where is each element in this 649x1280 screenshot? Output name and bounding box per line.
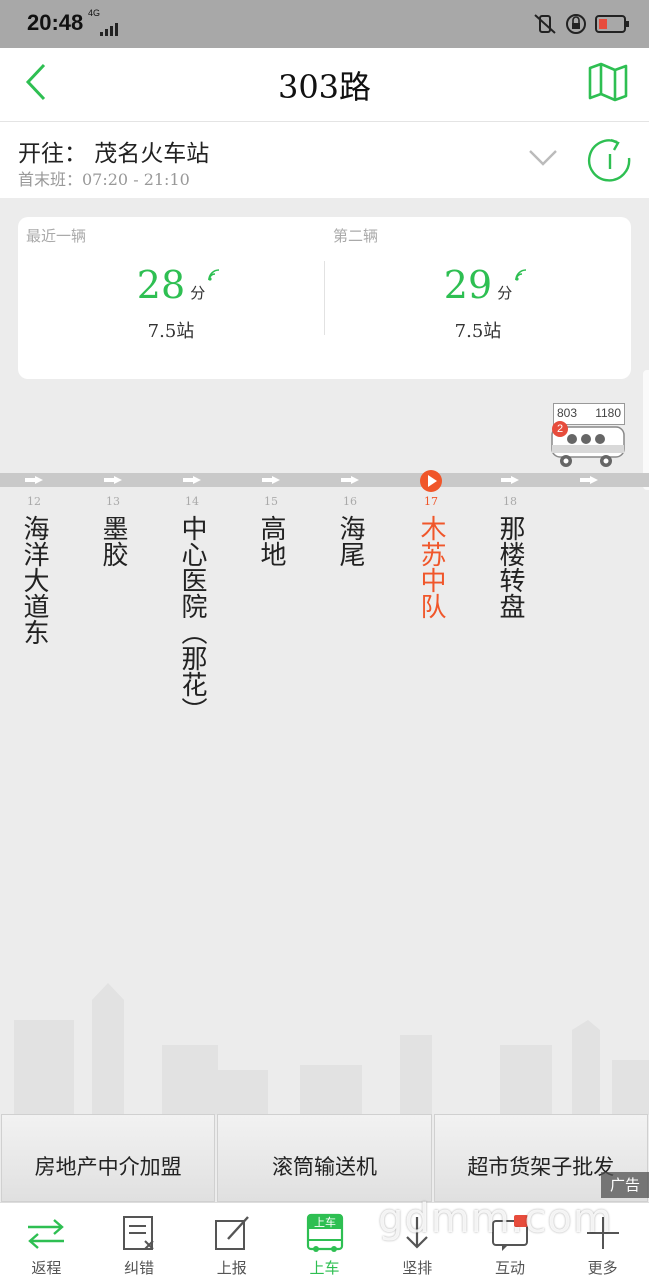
tab-board[interactable]: 上车 上车 bbox=[278, 1203, 371, 1280]
network-type: 4G bbox=[88, 8, 101, 18]
tab-label: 坚排 bbox=[402, 1259, 433, 1277]
play-icon bbox=[428, 475, 437, 487]
status-bar: 20:48 4G bbox=[0, 0, 649, 48]
board-icon-text: 上车 bbox=[314, 1215, 336, 1229]
refresh-icon[interactable] bbox=[587, 138, 633, 184]
arrival-stops: 7.5站 bbox=[454, 321, 502, 342]
station-index: 13 bbox=[106, 495, 120, 508]
station-index: 15 bbox=[264, 495, 278, 508]
station-index: 14 bbox=[185, 495, 199, 508]
battery-icon bbox=[595, 15, 629, 33]
station-name: 木苏中队 bbox=[416, 515, 446, 619]
tab-label: 纠错 bbox=[124, 1259, 155, 1277]
station-item[interactable]: 12 海洋大道东 bbox=[14, 495, 54, 645]
ad-tag: 广告 bbox=[601, 1172, 649, 1198]
station-item-current[interactable]: 17 木苏中队 bbox=[411, 495, 451, 619]
status-time: 20:48 bbox=[27, 10, 84, 35]
status-icons bbox=[533, 13, 629, 35]
direction-bar: 开往： 茂名火车站 首末班：07:20 - 21:10 bbox=[0, 122, 649, 198]
station-index: 18 bbox=[503, 495, 517, 508]
station-item[interactable]: 16 海尾 bbox=[330, 495, 370, 567]
direction-arrow-icon bbox=[341, 476, 359, 484]
minutes-value: 29 bbox=[443, 263, 493, 307]
station-item[interactable]: 15 高地 bbox=[251, 495, 291, 567]
vibrate-mute-icon bbox=[534, 14, 556, 34]
signal-icon bbox=[100, 23, 118, 36]
station-name: 墨胶 bbox=[98, 515, 128, 567]
station-name: 海尾 bbox=[335, 515, 365, 567]
station-index: 17 bbox=[424, 495, 438, 508]
app-header: 303路 bbox=[0, 48, 649, 122]
station-name: 那楼转盘 bbox=[495, 515, 525, 619]
bus-count-badge: 2 bbox=[552, 421, 568, 437]
station-item[interactable]: 14 中心医院（那花） bbox=[172, 495, 212, 723]
arrival-second[interactable]: 第二辆 29 分 7.5站 bbox=[325, 217, 631, 379]
route-line bbox=[0, 473, 649, 487]
direction-arrow-icon bbox=[580, 476, 598, 484]
ad-banner-row: 房地产中介加盟 滚筒输送机 超市货架子批发 bbox=[0, 1114, 649, 1202]
tab-report[interactable]: 上报 bbox=[185, 1203, 278, 1280]
arrival-first[interactable]: 最近一辆 28 分 7.5站 bbox=[18, 217, 324, 379]
direction-arrow-icon bbox=[501, 476, 519, 484]
tab-label: 上车 bbox=[309, 1259, 340, 1277]
arrival-label: 最近一辆 bbox=[26, 227, 87, 245]
service-hours: 首末班：07:20 - 21:10 bbox=[18, 170, 190, 189]
station-name: 海洋大道东 bbox=[19, 515, 49, 645]
chevron-down-icon[interactable] bbox=[528, 148, 558, 168]
current-station-marker bbox=[420, 470, 442, 492]
page-title: 303路 bbox=[277, 68, 372, 106]
swap-arrows-icon bbox=[28, 1219, 65, 1249]
arrival-stops: 7.5站 bbox=[147, 321, 195, 342]
destination-label: 开往： 茂名火车站 bbox=[18, 141, 210, 167]
direction-arrow-icon bbox=[25, 476, 43, 484]
ad-item[interactable]: 滚筒输送机 bbox=[217, 1114, 432, 1202]
tab-label: 上报 bbox=[216, 1259, 247, 1277]
arrival-minutes: 29 分 bbox=[325, 263, 631, 307]
arrival-minutes: 28 分 bbox=[18, 263, 324, 307]
lock-rotation-icon bbox=[566, 14, 586, 34]
edit-list-icon bbox=[123, 1216, 154, 1250]
station-index: 12 bbox=[27, 495, 41, 508]
arrival-label: 第二辆 bbox=[333, 227, 379, 245]
ad-item[interactable]: 房地产中介加盟 bbox=[1, 1114, 216, 1202]
site-watermark: gdmm.com bbox=[378, 1196, 613, 1242]
minutes-unit: 分 bbox=[497, 284, 513, 302]
city-skyline-illustration bbox=[14, 983, 649, 1115]
tab-label: 互动 bbox=[494, 1259, 525, 1277]
tab-label: 返程 bbox=[31, 1259, 62, 1277]
bus-plate-left: 803 bbox=[557, 406, 578, 420]
side-drawer-handle[interactable] bbox=[643, 370, 649, 490]
direction-arrow-icon bbox=[104, 476, 122, 484]
live-signal-icon bbox=[515, 269, 527, 281]
tab-return[interactable]: 返程 bbox=[0, 1203, 93, 1280]
station-item[interactable]: 13 墨胶 bbox=[93, 495, 133, 567]
pencil-report-icon bbox=[214, 1216, 249, 1250]
arrival-card: 最近一辆 28 分 7.5站 第二辆 29 分 7.5站 bbox=[18, 217, 631, 379]
bus-plate-right: 1180 bbox=[595, 406, 621, 420]
station-index: 16 bbox=[343, 495, 357, 508]
tab-label: 更多 bbox=[587, 1259, 618, 1277]
station-name: 中心医院（那花） bbox=[177, 515, 207, 723]
tab-correct[interactable]: 纠错 bbox=[93, 1203, 186, 1280]
station-name: 高地 bbox=[256, 515, 286, 567]
live-signal-icon bbox=[208, 269, 220, 281]
bus-vehicle[interactable]: 803 1180 2 bbox=[550, 403, 628, 473]
minutes-unit: 分 bbox=[190, 284, 206, 302]
direction-arrow-icon bbox=[262, 476, 280, 484]
minutes-value: 28 bbox=[136, 263, 186, 307]
direction-arrow-icon bbox=[183, 476, 201, 484]
station-item[interactable]: 18 那楼转盘 bbox=[490, 495, 530, 619]
board-bus-icon: 上车 bbox=[306, 1213, 343, 1252]
map-icon[interactable] bbox=[587, 62, 629, 102]
